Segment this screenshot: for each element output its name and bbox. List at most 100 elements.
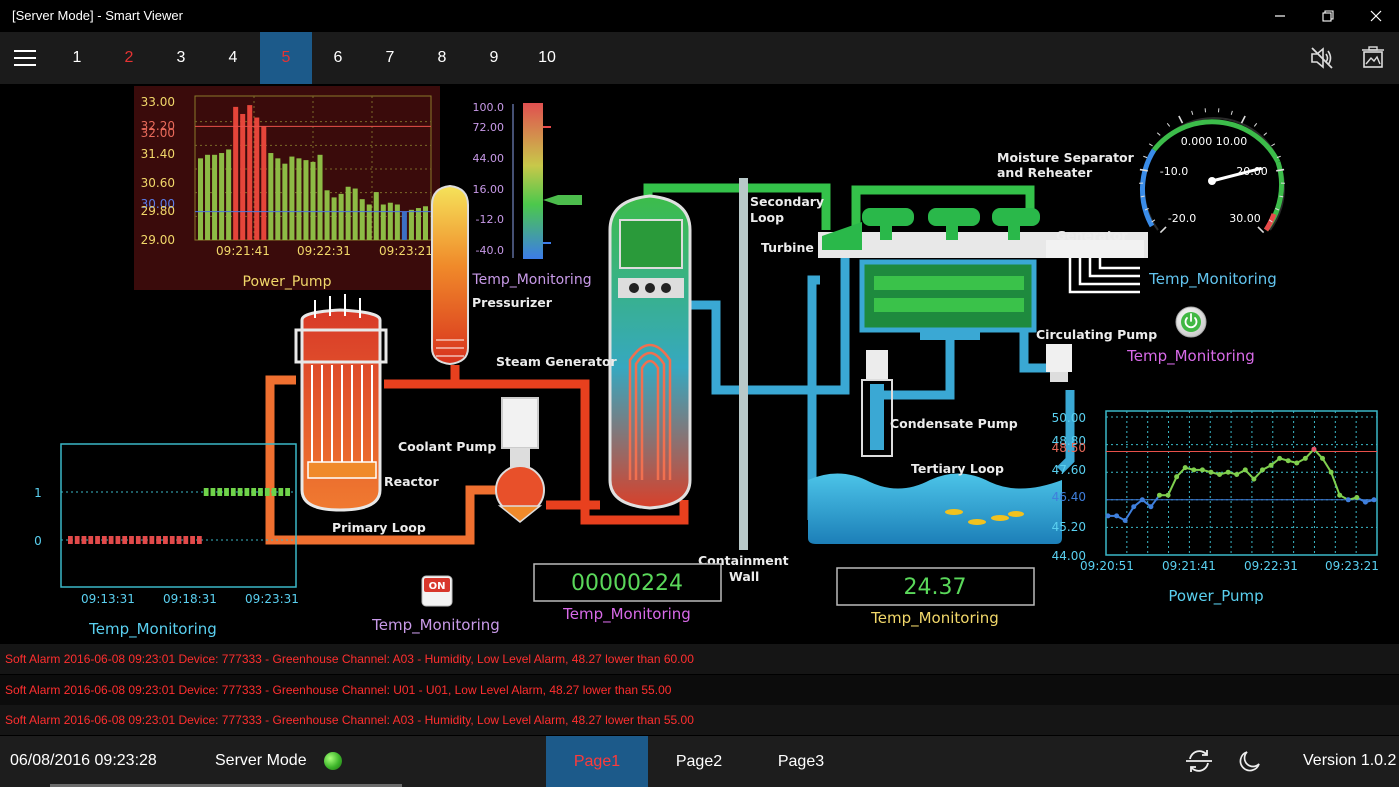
- line-chart-series: [1105, 446, 1377, 523]
- gauge-tick: [1159, 226, 1167, 234]
- moon-icon: [1239, 751, 1260, 772]
- label-coolant-pump: Coolant Pump: [398, 439, 496, 454]
- bar-chart-title: Power_Pump: [243, 274, 332, 290]
- digital-point: [244, 488, 250, 496]
- close-button[interactable]: [1353, 0, 1399, 32]
- gauge-label: -10.0: [1160, 165, 1188, 178]
- line-y-tick: 46.40: [1052, 490, 1086, 504]
- digital-point: [217, 488, 223, 496]
- line-point: [1131, 504, 1137, 510]
- page-button-7[interactable]: 7: [364, 32, 416, 84]
- line-point: [1242, 467, 1248, 473]
- label-moisture-separator: Moisture Separator: [997, 150, 1135, 165]
- page-button-6[interactable]: 6: [312, 32, 364, 84]
- page-button-4[interactable]: 4: [207, 32, 259, 84]
- line-point: [1122, 518, 1128, 523]
- line-point: [1182, 465, 1188, 471]
- hmi-drawing: 33.00 32.20 32.00 31.40 30.60 30.00 29.8…: [34, 86, 1379, 639]
- gradient-scale-title: Temp_Monitoring: [471, 272, 591, 288]
- bar: [268, 153, 274, 240]
- bar: [317, 154, 323, 240]
- line-x-tick: 09:22:31: [1244, 559, 1298, 573]
- bar: [198, 158, 204, 240]
- alarm-row[interactable]: Soft Alarm 2016-06-08 09:23:01 Device: 7…: [0, 675, 1399, 705]
- line-chart-title: Power_Pump: [1168, 587, 1263, 606]
- screenshot-icon: [1362, 46, 1384, 68]
- page-button-5[interactable]: 5: [260, 32, 312, 84]
- scale-tick: -12.0: [476, 213, 504, 226]
- night-mode-button[interactable]: [1232, 743, 1268, 779]
- line-point: [1174, 474, 1180, 480]
- alarm-row[interactable]: Soft Alarm 2016-06-08 09:23:01 Device: 7…: [0, 705, 1399, 735]
- gauge-tick: [1143, 155, 1148, 159]
- menu-icon: [14, 50, 36, 66]
- line-point: [1234, 472, 1240, 477]
- condenser: [859, 259, 1037, 340]
- close-icon: [1370, 10, 1382, 22]
- condensate-pump: [861, 350, 893, 457]
- tab-page1[interactable]: Page1: [546, 736, 648, 787]
- bar: [352, 188, 358, 240]
- label-reheater: and Reheater: [997, 165, 1093, 180]
- digital-point: [156, 536, 162, 544]
- numeric-value: 24.37: [904, 575, 967, 600]
- restore-button[interactable]: [1305, 0, 1351, 32]
- digital-point: [258, 488, 263, 496]
- power-button-title: Temp_Monitoring: [1126, 347, 1255, 366]
- window-title: [Server Mode] - Smart Viewer: [12, 8, 183, 23]
- line-point: [1259, 467, 1265, 473]
- digital-chart-panel: 1 0 09:13:31 09:18:31 09:23:31 Temp_Moni…: [34, 443, 299, 639]
- sync-button[interactable]: [1181, 743, 1217, 779]
- reactor: [294, 294, 388, 512]
- app-version: Version 1.0.2: [1303, 752, 1397, 769]
- gauge-label: 20.00: [1236, 165, 1268, 178]
- tab-page3[interactable]: Page3: [750, 736, 852, 787]
- alarm-row[interactable]: Soft Alarm 2016-06-08 09:23:01 Device: 7…: [0, 644, 1399, 674]
- digital-point: [230, 488, 236, 496]
- scale-tick: 16.00: [473, 183, 505, 196]
- bar-y-tick: 29.80: [141, 204, 175, 218]
- bar: [345, 186, 351, 240]
- line-y-tick: 48.50: [1052, 441, 1086, 455]
- line-chart-thresholds: [1106, 451, 1377, 501]
- line-point: [1156, 492, 1162, 498]
- page-button-1[interactable]: 1: [51, 32, 103, 84]
- bar: [289, 156, 295, 240]
- bar: [226, 149, 232, 240]
- digital-point: [74, 536, 80, 544]
- screenshot-button[interactable]: [1355, 40, 1391, 76]
- tab-page2[interactable]: Page2: [648, 736, 750, 787]
- digital-point: [135, 536, 141, 544]
- line-point: [1217, 472, 1223, 477]
- gauge-widget[interactable]: 0.000 10.00 -10.0 20.00 -20.0 30.00 Temp…: [1139, 108, 1285, 289]
- on-toggle-button[interactable]: ON: [421, 575, 453, 607]
- digital-point: [278, 488, 284, 496]
- power-button[interactable]: [1175, 306, 1207, 338]
- digital-point: [203, 488, 209, 496]
- label-tertiary-loop: Tertiary Loop: [911, 461, 1004, 476]
- sync-icon: [1186, 750, 1212, 772]
- page-button-3[interactable]: 3: [155, 32, 207, 84]
- bar: [212, 154, 218, 240]
- label-circulating-pump: Circulating Pump: [1036, 327, 1157, 342]
- bar: [296, 158, 302, 240]
- bar: [205, 154, 211, 240]
- gauge-label: -20.0: [1168, 212, 1196, 225]
- line-point: [1337, 492, 1343, 498]
- bar: [338, 193, 344, 240]
- page-button-10[interactable]: 10: [521, 32, 573, 84]
- bar: [380, 204, 386, 240]
- label-condensate-pump: Condensate Pump: [890, 416, 1018, 431]
- mute-button[interactable]: [1304, 40, 1340, 76]
- digital-x-tick: 09:18:31: [163, 592, 217, 606]
- gradient-scale-widget[interactable]: 100.0 72.00 44.00 16.00 -12.0 -40.0 Temp…: [471, 101, 591, 288]
- page-button-8[interactable]: 8: [416, 32, 468, 84]
- page-button-2[interactable]: 2: [103, 32, 155, 84]
- page-button-9[interactable]: 9: [468, 32, 520, 84]
- label-containment-wall: Wall: [729, 569, 759, 584]
- minimize-button[interactable]: [1257, 0, 1303, 32]
- bar: [415, 208, 421, 240]
- line-point: [1311, 446, 1317, 452]
- menu-button[interactable]: [0, 32, 50, 84]
- status-mode: Server Mode: [215, 752, 307, 769]
